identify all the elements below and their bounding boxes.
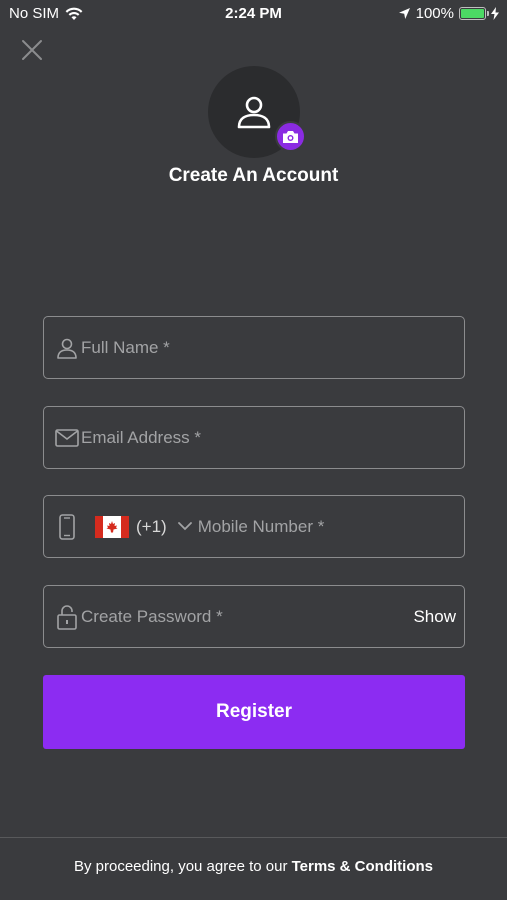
create-account-screen: No SIM 2:24 PM 100% Create An Account Fu… [0,0,507,900]
status-bar: No SIM 2:24 PM 100% [0,0,507,28]
page-title: Create An Account [168,165,339,186]
canada-flag-icon[interactable] [95,515,129,538]
close-button[interactable] [20,38,44,62]
email-field[interactable] [43,406,465,469]
envelope-icon [54,425,80,451]
password-field[interactable]: Show [43,585,465,648]
user-icon [237,96,271,129]
close-icon [22,40,42,60]
status-right: 100% [398,5,499,22]
country-code[interactable]: (+1) [136,517,167,537]
chevron-down-icon[interactable] [177,522,192,531]
person-icon [54,335,80,361]
camera-icon [283,130,298,143]
password-input[interactable] [81,586,414,647]
full-name-field[interactable] [43,316,465,379]
mobile-number-input[interactable] [197,496,464,557]
lock-icon [54,604,80,630]
terms-prefix: By proceeding, you agree to our [73,858,292,875]
location-arrow-icon [398,8,410,19]
full-name-input[interactable] [81,317,464,378]
charging-bolt-icon [491,7,499,20]
mobile-field[interactable]: (+1) [43,495,465,558]
email-input[interactable] [81,407,464,468]
battery-percent: 100% [415,5,454,22]
phone-icon [54,513,80,540]
footer-divider [0,837,507,838]
camera-button[interactable] [275,121,306,152]
battery-icon [459,7,489,20]
terms-notice: By proceeding, you agree to our Terms & … [0,858,507,875]
terms-link[interactable]: Terms & Conditions [292,858,433,875]
show-password-button[interactable]: Show [413,607,456,627]
register-button[interactable]: Register [43,675,465,749]
